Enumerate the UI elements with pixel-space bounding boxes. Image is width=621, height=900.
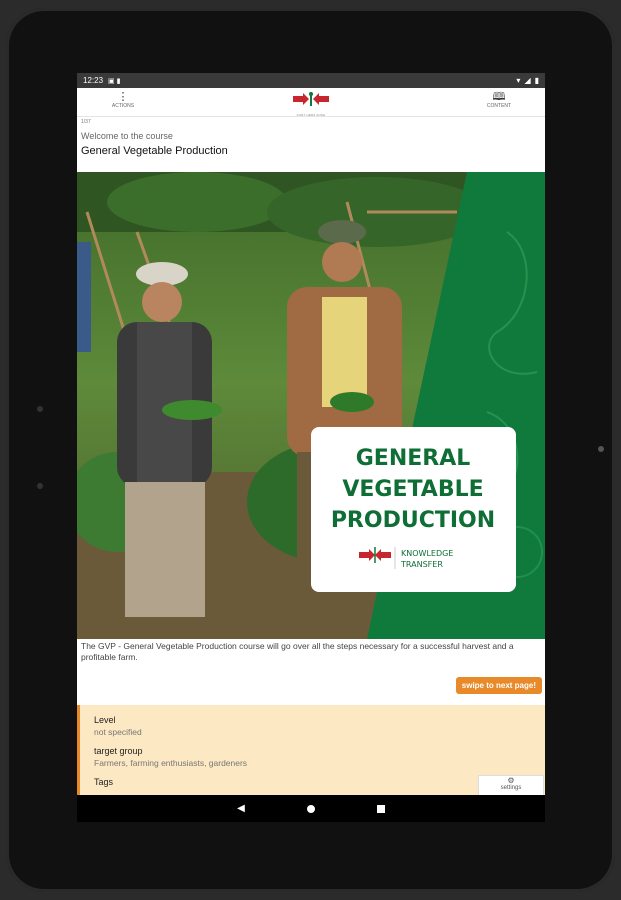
app-screen: 12:23 ▣ ▮ ▾ ◢ ▮ ⋮ ACTIONS KURT HERZ ANSH… [77,73,545,822]
app-logo: KURT HERZ ANSH [291,90,331,117]
signal-icon: ◢ [524,76,531,85]
info-label: target group [94,746,143,756]
settings-label: settings [500,785,522,791]
actions-label: ACTIONS [111,103,135,109]
course-title: General Vegetable Production [81,145,228,157]
info-value: not specified [94,727,142,737]
status-time: 12:23 [83,76,104,85]
cover-title-line3: PRODUCTION [331,508,495,533]
course-cover-image: GENERAL VEGETABLE PRODUCTION KNOWLEDGE T… [77,172,545,639]
logo-caption: KURT HERZ ANSH [296,113,326,117]
notification-icon: ▣ ▮ [108,77,121,85]
cover-brand-line2: TRANSFER [400,560,443,569]
info-label: Tags [94,777,114,787]
recents-icon[interactable] [376,804,385,813]
cover-title-line2: VEGETABLE [342,477,483,502]
status-bar: 12:23 ▣ ▮ ▾ ◢ ▮ [77,73,545,88]
logo-arrows-icon [293,92,329,106]
course-description: The GVP - General Vegetable Production c… [81,641,514,662]
content-button[interactable]: 🕮 CONTENT [469,91,529,109]
info-label: Level [94,715,116,725]
back-icon[interactable]: ◀ [237,803,245,814]
tablet-sensor [37,483,43,489]
settings-button[interactable]: ⚙ settings [478,775,544,797]
info-value: Farmers, farming enthusiasts, gardeners [94,758,248,768]
farmers-photo: GENERAL VEGETABLE PRODUCTION KNOWLEDGE T… [77,172,545,639]
info-target-group: target group Farmers, farming enthusiast… [94,746,531,768]
home-icon[interactable] [306,804,315,813]
cover-brand-line1: KNOWLEDGE [401,549,453,558]
info-level: Level not specified [94,715,531,737]
android-nav-bar: ◀ [77,795,545,822]
swipe-next-button[interactable]: swipe to next page! [455,677,542,694]
battery-icon: ▮ [534,76,539,85]
tablet-camera [598,446,604,452]
book-icon: 🕮 [492,91,506,103]
tablet-sensor [37,406,43,412]
more-vert-icon: ⋮ [117,91,129,103]
app-bar: ⋮ ACTIONS KURT HERZ ANSH 🕮 CONTENT [77,88,545,117]
wifi-icon: ▾ [516,76,521,85]
page-number: 1/37 [81,119,91,125]
course-info-panel: Level not specified target group Farmers… [77,705,545,795]
content-label: CONTENT [486,103,512,109]
cover-title-line1: GENERAL [356,446,471,471]
welcome-text: Welcome to the course [81,131,173,141]
gear-icon: ⚙ [507,776,515,785]
info-tags: Tags [94,777,531,787]
actions-button[interactable]: ⋮ ACTIONS [93,91,153,109]
